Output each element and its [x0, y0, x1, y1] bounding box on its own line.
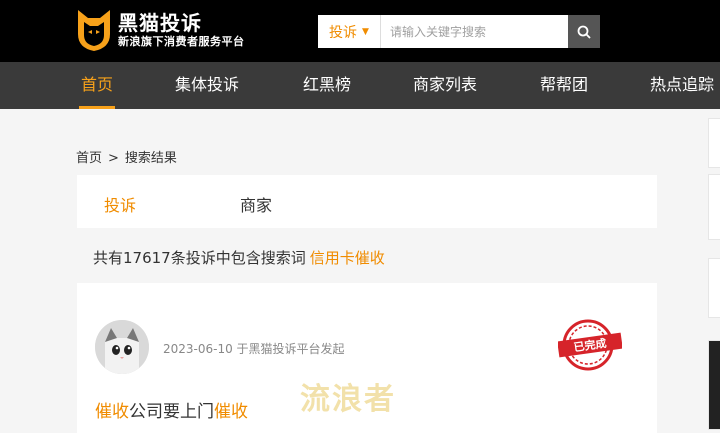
- logo-title: 黑猫投诉: [118, 11, 202, 35]
- nav-help-group[interactable]: 帮帮团: [540, 62, 588, 109]
- nav-group-complaint[interactable]: 集体投诉: [175, 62, 239, 109]
- search-icon: [577, 25, 591, 39]
- complaint-meta: 2023-06-10 于黑猫投诉平台发起: [163, 342, 345, 356]
- avatar: [95, 320, 149, 374]
- watermark: 流浪者: [300, 382, 396, 417]
- breadcrumb-current: 搜索结果: [124, 151, 177, 166]
- side-tab-3[interactable]: [708, 258, 720, 318]
- nav-red-black-list[interactable]: 红黑榜: [303, 62, 351, 109]
- side-tab-1[interactable]: [708, 118, 720, 168]
- tab-complaint[interactable]: 投诉: [104, 192, 136, 216]
- black-cat-logo-icon: [78, 10, 110, 51]
- nav-home[interactable]: 首页: [79, 62, 116, 109]
- result-summary: 共有17617条投诉中包含搜索词 信用卡催收: [93, 247, 385, 268]
- completed-stamp: 已完成: [558, 319, 622, 371]
- title-highlight-1: 催收: [95, 402, 129, 422]
- search-input[interactable]: [381, 15, 568, 48]
- main-nav: 首页 集体投诉 红黑榜 商家列表 帮帮团 热点追踪: [0, 62, 720, 109]
- title-highlight-2: 催收: [214, 402, 248, 422]
- cat-avatar-icon: [95, 320, 149, 374]
- result-summary-text: 共有17617条投诉中包含搜索词: [93, 249, 306, 267]
- side-tab-4[interactable]: [708, 340, 720, 430]
- search-keyword: 信用卡催收: [309, 249, 385, 267]
- site-logo[interactable]: 黑猫投诉 新浪旗下消费者服务平台: [76, 8, 245, 52]
- search-type-label: 投诉: [329, 24, 358, 41]
- logo-subtitle: 新浪旗下消费者服务平台: [118, 35, 245, 48]
- search-button[interactable]: [568, 15, 600, 48]
- tab-merchant[interactable]: 商家: [240, 192, 272, 216]
- nav-merchant-list[interactable]: 商家列表: [413, 62, 477, 109]
- breadcrumb-separator: >: [108, 151, 119, 166]
- nav-hot-tracking[interactable]: 热点追踪: [650, 62, 714, 109]
- top-header: 黑猫投诉 新浪旗下消费者服务平台 投诉 ▼: [0, 0, 720, 62]
- search-tabs: 投诉 商家: [77, 175, 657, 228]
- status-badge: 已完成: [573, 336, 608, 354]
- complaint-title[interactable]: 催收公司要上门催收: [95, 397, 248, 422]
- title-middle: 公司要上门: [129, 402, 214, 422]
- caret-down-icon: ▼: [362, 26, 369, 37]
- side-tab-2[interactable]: [708, 174, 720, 240]
- search-bar: 投诉 ▼: [318, 15, 600, 48]
- breadcrumb: 首页 > 搜索结果: [76, 147, 177, 166]
- search-type-dropdown[interactable]: 投诉 ▼: [318, 15, 381, 48]
- breadcrumb-home[interactable]: 首页: [76, 151, 102, 166]
